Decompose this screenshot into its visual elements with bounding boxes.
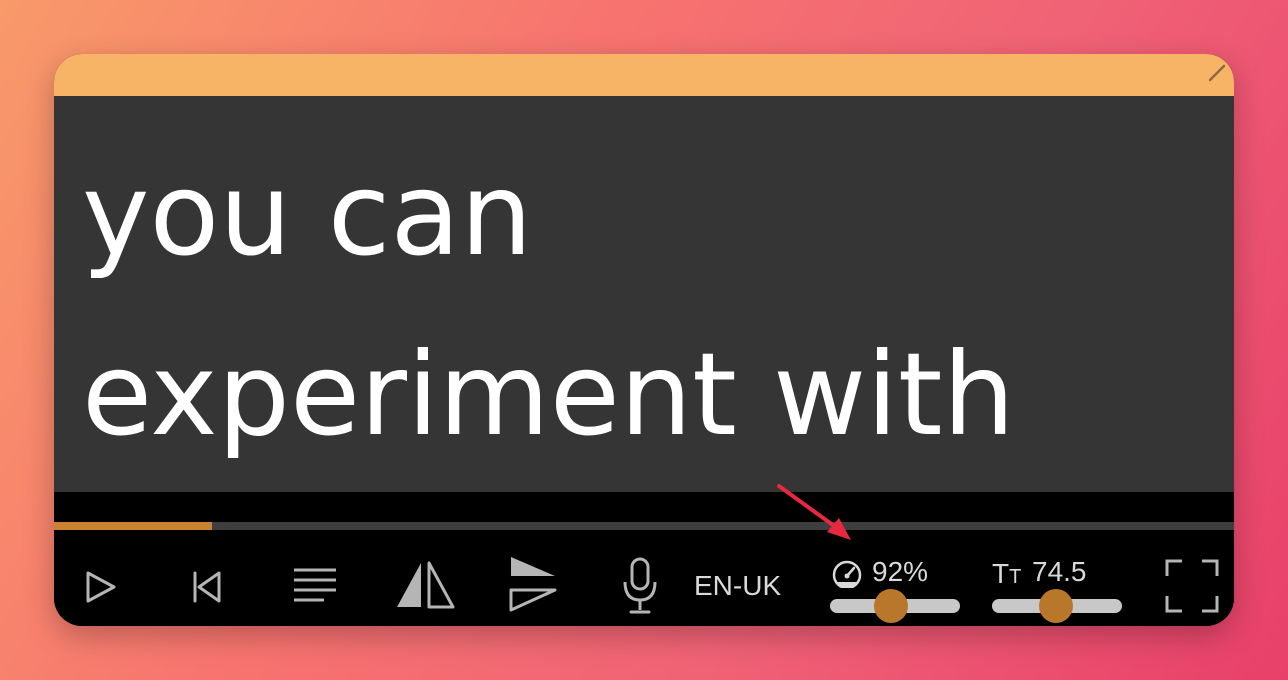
- text-size-slider-thumb[interactable]: [1038, 589, 1073, 623]
- caption-line-2: experiment with: [82, 328, 1015, 461]
- control-bar: EN-UK 92% TT 74.5: [54, 530, 1234, 626]
- resize-icon[interactable]: [1206, 62, 1226, 82]
- teleprompter-window: you can experiment with EN-UK 92% TT 74.…: [54, 54, 1234, 626]
- annotation-arrow-icon: [777, 484, 851, 540]
- text-size-icon: TT: [992, 558, 1022, 589]
- progress-fill: [54, 522, 213, 530]
- microphone-icon[interactable]: [620, 556, 660, 616]
- text-align-icon[interactable]: [292, 566, 338, 606]
- text-size-value: 74.5: [1032, 556, 1087, 587]
- play-icon[interactable]: [84, 570, 118, 604]
- fullscreen-icon[interactable]: [1164, 558, 1220, 614]
- speed-control: 92%: [830, 554, 962, 624]
- flip-vertical-icon[interactable]: [508, 554, 558, 614]
- language-selector[interactable]: EN-UK: [694, 570, 781, 602]
- speed-value: 92%: [872, 556, 929, 587]
- speed-slider-thumb[interactable]: [874, 589, 909, 623]
- script-viewport: you can experiment with: [54, 96, 1234, 492]
- speedometer-icon: [832, 560, 862, 588]
- caption-line-1: you can: [82, 148, 533, 281]
- mirror-icon[interactable]: [394, 560, 456, 610]
- progress-bar[interactable]: [54, 522, 1234, 530]
- window-top-bar[interactable]: [54, 54, 1234, 96]
- skip-back-icon[interactable]: [190, 570, 224, 604]
- text-size-control: TT 74.5: [992, 554, 1124, 624]
